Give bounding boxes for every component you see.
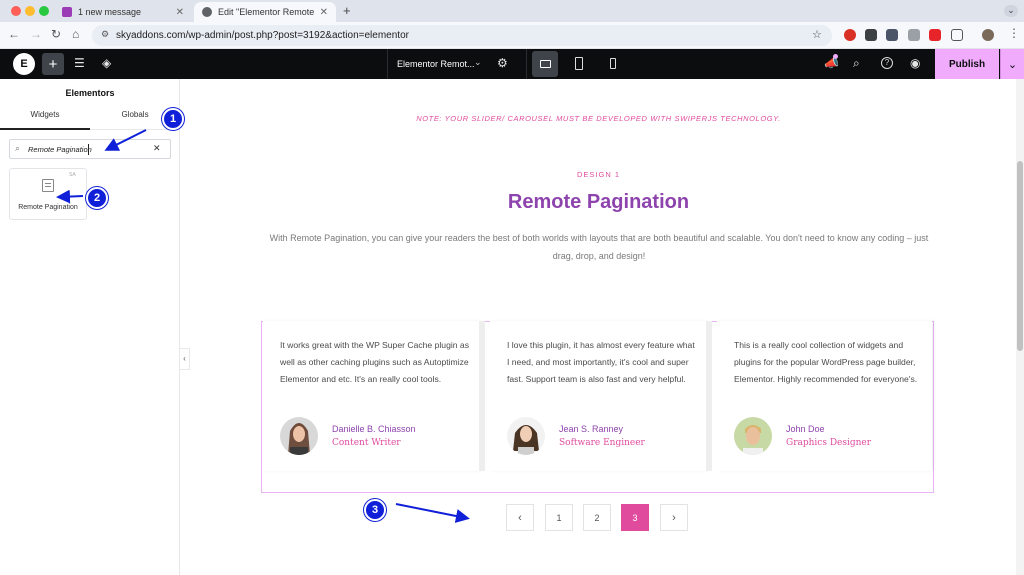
pagination-page-1[interactable]: 1 xyxy=(545,504,573,531)
author-name: Jean S. Ranney xyxy=(559,424,624,434)
annotation-arrow-1 xyxy=(104,129,147,151)
pagination-prev-button[interactable]: ‹ xyxy=(506,504,534,531)
annotation-badge-3: 3 xyxy=(364,499,386,521)
author-role: Graphics Designer xyxy=(786,438,872,448)
annotation-arrow-3 xyxy=(395,503,470,523)
page-heading: Remote Pagination xyxy=(507,191,690,213)
author-role: Content Writer xyxy=(332,438,401,448)
testimonial-text: This is a really cool collection of widg… xyxy=(734,340,918,384)
avatar xyxy=(734,417,772,455)
pagination-next-button[interactable]: › xyxy=(660,504,688,531)
author-name: Danielle B. Chiasson xyxy=(332,424,416,434)
page-description: With Remote Pagination, you can give you… xyxy=(269,233,929,261)
pagination-page-3-active[interactable]: 3 xyxy=(621,504,649,531)
avatar xyxy=(280,417,318,455)
design-subtitle: DESIGN 1 xyxy=(576,170,620,179)
testimonial-card: It works great with the WP Super Cache p… xyxy=(263,321,479,471)
testimonial-card: I love this plugin, it has almost every … xyxy=(490,321,706,471)
scrollbar-thumb[interactable] xyxy=(1017,161,1023,351)
author-role: Software Engineer xyxy=(559,438,645,448)
canvas-scrollbar[interactable] xyxy=(1016,79,1024,575)
testimonial-text: It works great with the WP Super Cache p… xyxy=(280,340,469,384)
pagination-page-2[interactable]: 2 xyxy=(583,504,611,531)
testimonial-card: This is a really cool collection of widg… xyxy=(717,321,932,471)
testimonial-text: I love this plugin, it has almost every … xyxy=(507,340,695,384)
card-divider xyxy=(706,321,712,471)
chevron-left-icon: ‹ xyxy=(518,511,522,524)
note-text: NOTE: YOUR SLIDER/ CAROUSEL MUST BE DEVE… xyxy=(416,114,781,123)
author-name: John Doe xyxy=(786,424,825,434)
annotation-arrow-2 xyxy=(56,189,84,204)
avatar xyxy=(507,417,545,455)
chevron-right-icon: › xyxy=(672,511,676,524)
card-divider xyxy=(479,321,485,471)
